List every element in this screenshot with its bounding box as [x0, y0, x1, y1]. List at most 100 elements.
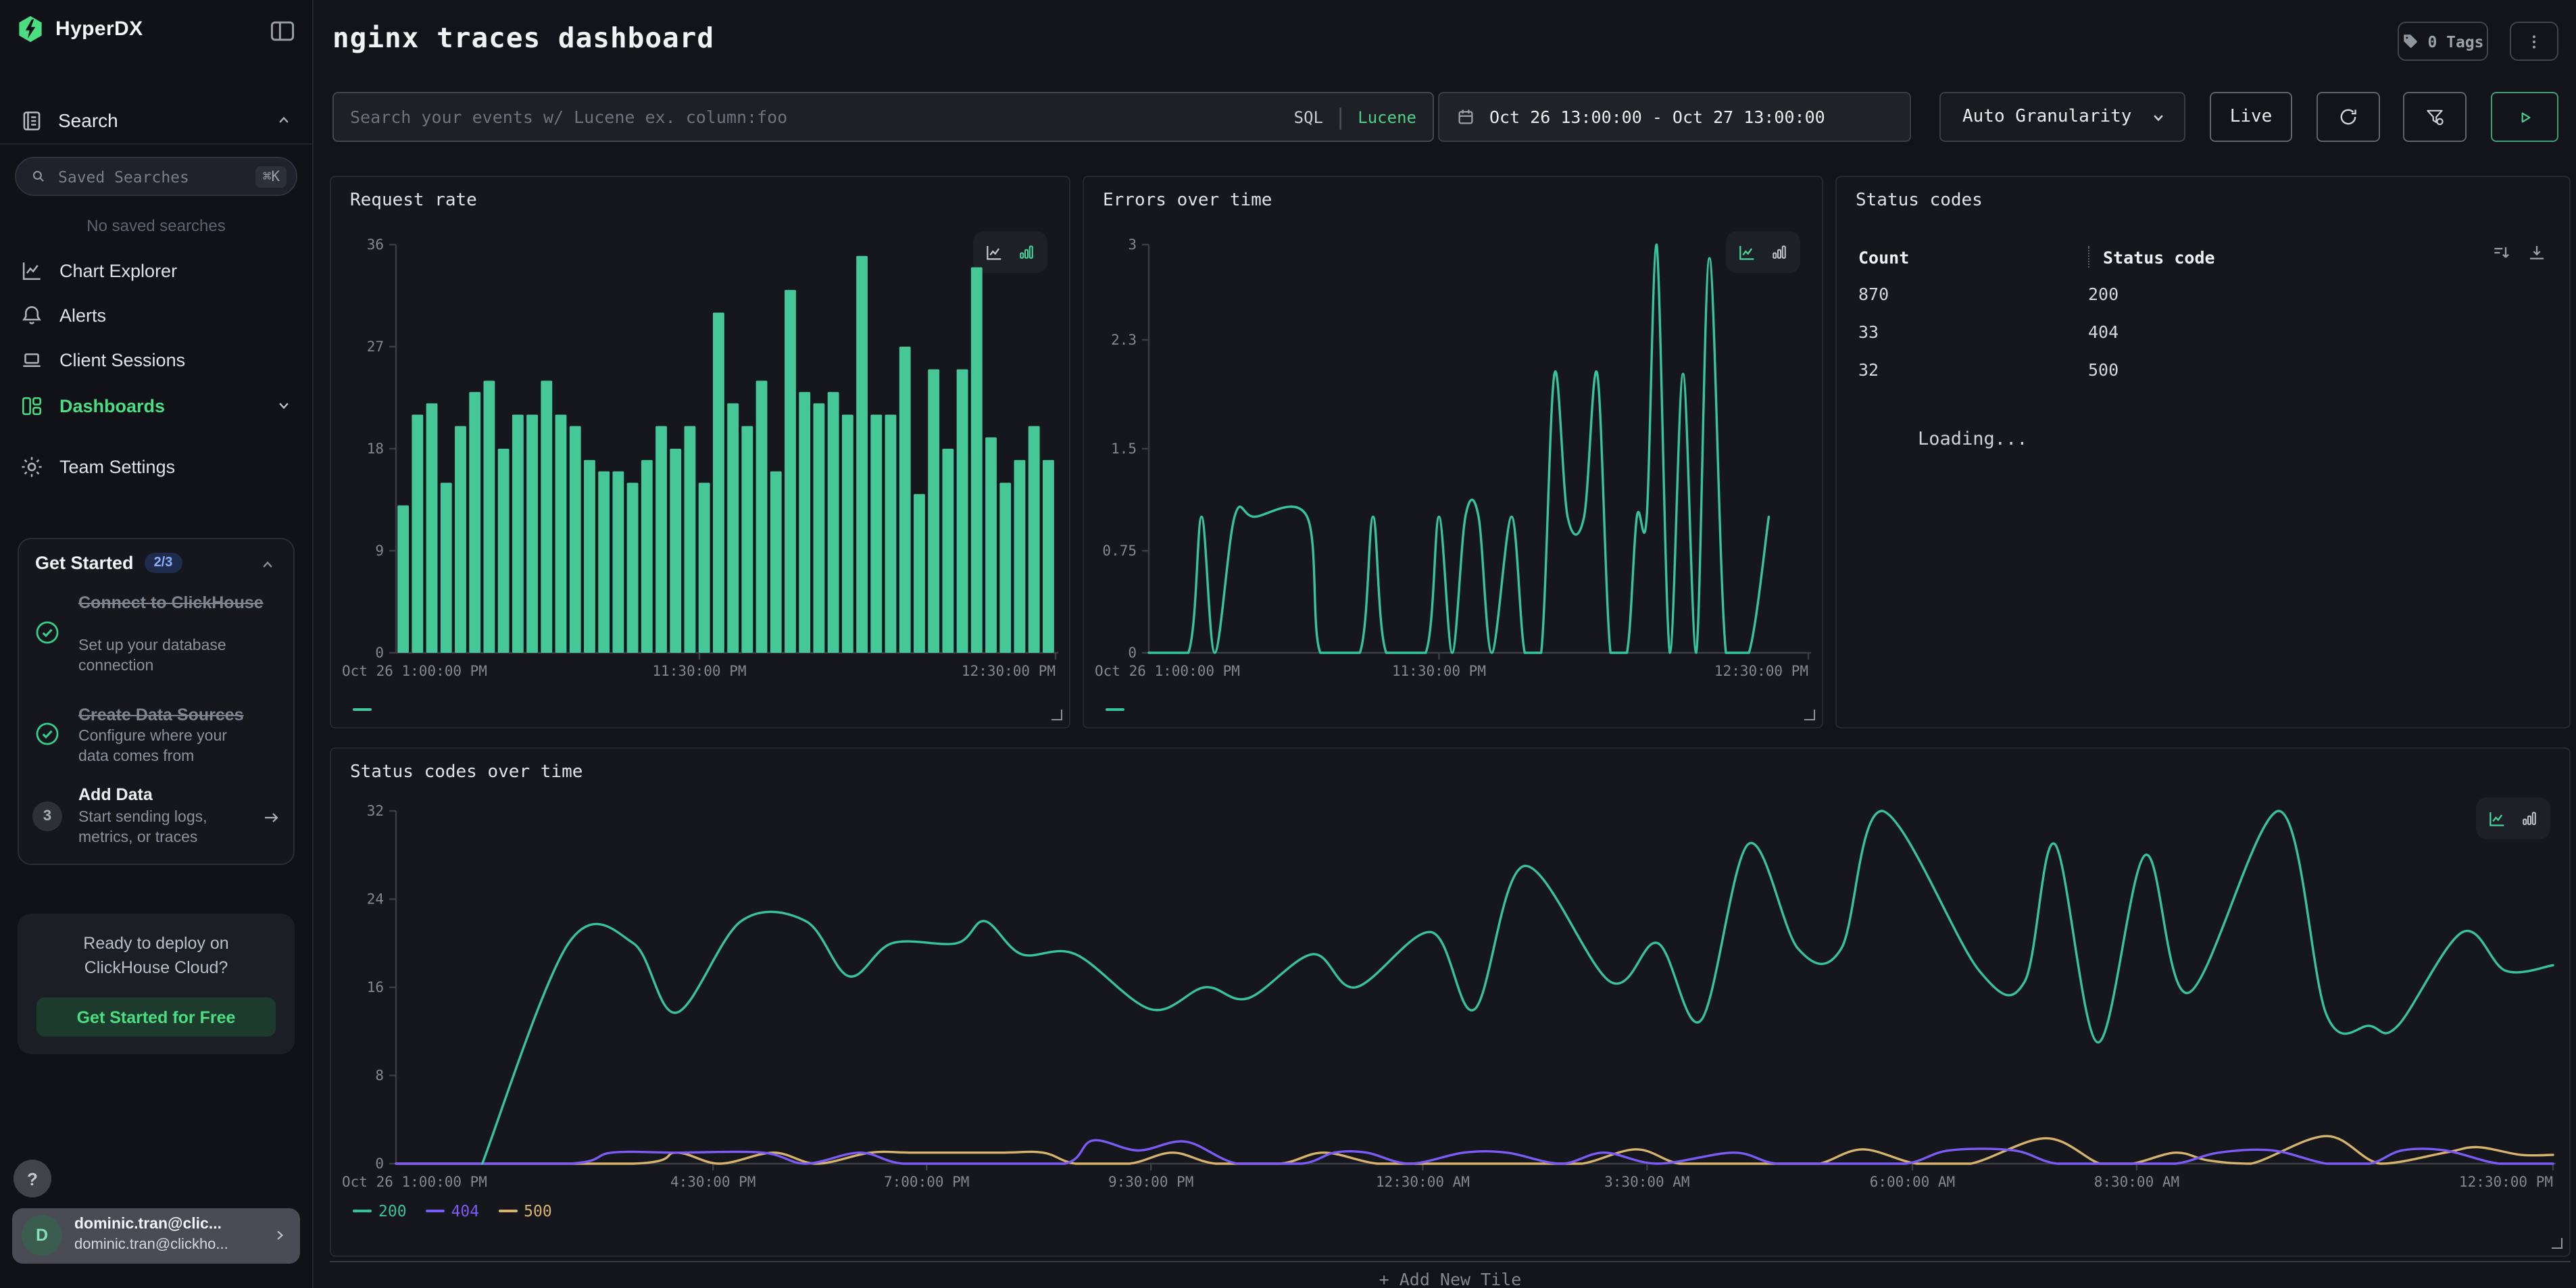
- brand-name: HyperDX: [55, 18, 143, 41]
- table-row[interactable]: 33404: [1858, 312, 2488, 350]
- legend-item[interactable]: 404: [426, 1202, 480, 1220]
- errors-over-time-chart[interactable]: 00.751.52.33Oct 26 1:00:00 PM11:30:00 PM…: [1084, 234, 1825, 680]
- svg-text:0: 0: [1128, 645, 1137, 661]
- download-icon[interactable]: [2526, 242, 2548, 264]
- add-new-tile-button[interactable]: + Add New Tile: [330, 1261, 2571, 1288]
- cell-status-code: 500: [2088, 359, 2119, 379]
- sql-mode-toggle[interactable]: SQL: [1294, 107, 1323, 126]
- user-menu[interactable]: D dominic.tran@clic... dominic.tran@clic…: [12, 1208, 300, 1264]
- panel-title: Status codes: [1856, 191, 1983, 211]
- legend-item[interactable]: 500: [498, 1202, 552, 1220]
- panel-errors-over-time: Errors over time 00.751.52.33Oct 26 1:00…: [1083, 176, 1823, 728]
- more-menu-button[interactable]: [2510, 22, 2558, 61]
- legend-item[interactable]: [353, 708, 372, 711]
- help-button[interactable]: ?: [14, 1160, 51, 1197]
- legend-dash: [353, 1210, 372, 1213]
- column-divider[interactable]: [2088, 246, 2089, 268]
- sort-icon[interactable]: [2491, 242, 2512, 264]
- chart-line-icon: [19, 257, 46, 283]
- svg-text:9:30:00 PM: 9:30:00 PM: [1108, 1174, 1193, 1190]
- add-new-tile-label: + Add New Tile: [330, 1269, 2571, 1288]
- sidebar-item-label: Dashboards: [59, 395, 165, 416]
- search-placeholder: Search your events w/ Lucene ex. column:…: [350, 107, 1294, 127]
- filter-funnel-icon: [2423, 105, 2446, 128]
- step-number: 3: [32, 801, 62, 831]
- resize-handle[interactable]: [1051, 710, 1062, 720]
- bell-icon: [19, 302, 46, 328]
- granularity-select[interactable]: Auto Granularity: [1939, 92, 2185, 142]
- sidebar-item-label: Chart Explorer: [59, 260, 177, 280]
- cell-count: 870: [1858, 283, 2088, 303]
- shortcut-badge: ⌘K: [256, 166, 287, 187]
- sidebar-item-search[interactable]: Search: [0, 100, 312, 141]
- refresh-button[interactable]: [2317, 92, 2380, 142]
- step-title: Connect to ClickHouse: [78, 593, 265, 614]
- get-started-title: Get Started: [35, 553, 134, 573]
- kebab-icon: [2525, 30, 2544, 52]
- chevron-up-icon[interactable]: [258, 555, 277, 574]
- step-title: Create Data Sources: [78, 705, 265, 726]
- sidebar-item-team-settings[interactable]: Team Settings: [0, 446, 312, 487]
- legend-label: 500: [524, 1202, 552, 1220]
- svg-text:1.5: 1.5: [1111, 441, 1137, 457]
- check-circle-icon: [32, 618, 62, 647]
- svg-text:3: 3: [1128, 237, 1137, 253]
- divider: [0, 143, 312, 145]
- progress-badge: 2/3: [145, 553, 182, 573]
- panel-title: Request rate: [350, 191, 477, 211]
- legend-item[interactable]: 200: [353, 1202, 407, 1220]
- cell-status-code: 200: [2088, 283, 2119, 303]
- legend-item[interactable]: [1106, 708, 1124, 711]
- sidebar-item-chart-explorer[interactable]: Chart Explorer: [0, 250, 312, 291]
- panel-request-rate: Request rate 09182736Oct 26 1:00:00 PM11…: [330, 176, 1070, 728]
- tags-button[interactable]: 0 Tags: [2398, 22, 2488, 61]
- page-title: nginx traces dashboard: [332, 22, 714, 54]
- user-email: dominic.tran@clickho...: [74, 1237, 228, 1253]
- date-range-picker[interactable]: Oct 26 13:00:00 - Oct 27 13:00:00: [1438, 92, 1911, 142]
- chevron-up-icon[interactable]: [274, 111, 293, 130]
- sidebar-item-client-sessions[interactable]: Client Sessions: [0, 339, 312, 380]
- dashboard-grid-icon: [19, 393, 46, 418]
- get-started-free-button[interactable]: Get Started for Free: [36, 997, 276, 1037]
- filter-button[interactable]: [2403, 92, 2467, 142]
- legend-label: 404: [451, 1202, 480, 1220]
- live-button[interactable]: Live: [2210, 92, 2292, 142]
- resize-handle[interactable]: [2552, 1238, 2562, 1249]
- lucene-mode-toggle[interactable]: Lucene: [1358, 107, 1416, 126]
- resize-handle[interactable]: [1804, 710, 1815, 720]
- svg-text:7:00:00 PM: 7:00:00 PM: [884, 1174, 969, 1190]
- svg-text:12:30:00 AM: 12:30:00 AM: [1376, 1174, 1470, 1190]
- event-search-input[interactable]: Search your events w/ Lucene ex. column:…: [332, 92, 1434, 142]
- sidebar-collapse-icon[interactable]: [268, 16, 297, 46]
- status-codes-table: Count Status code 8702003340432500: [1858, 239, 2488, 388]
- sidebar-item-dashboards[interactable]: Dashboards: [0, 385, 312, 426]
- svg-text:36: 36: [367, 237, 384, 253]
- saved-searches-input[interactable]: Saved Searches ⌘K: [15, 157, 297, 196]
- saved-searches-placeholder: Saved Searches: [58, 167, 189, 186]
- svg-text:3:30:00 AM: 3:30:00 AM: [1604, 1174, 1689, 1190]
- sidebar-item-label: Alerts: [59, 305, 106, 325]
- svg-text:11:30:00 PM: 11:30:00 PM: [1392, 663, 1486, 679]
- check-circle-icon: [32, 719, 62, 749]
- sidebar-item-alerts[interactable]: Alerts: [0, 295, 312, 335]
- calendar-icon: [1456, 107, 1476, 127]
- clickhouse-cloud-card: Ready to deploy on ClickHouse Cloud? Get…: [18, 914, 295, 1054]
- svg-text:8: 8: [375, 1068, 384, 1084]
- laptop-icon: [19, 347, 46, 372]
- run-query-button[interactable]: [2491, 92, 2558, 142]
- column-header-status-code[interactable]: Status code: [2103, 247, 2215, 267]
- chevron-down-icon: [2149, 107, 2168, 126]
- table-row[interactable]: 870200: [1858, 274, 2488, 312]
- svg-text:Oct 26 1:00:00 PM: Oct 26 1:00:00 PM: [342, 663, 487, 679]
- brand[interactable]: HyperDX: [16, 15, 143, 43]
- status-codes-over-time-chart[interactable]: 08162432Oct 26 1:00:00 PM4:30:00 PM7:00:…: [331, 803, 2572, 1208]
- table-row[interactable]: 32500: [1858, 350, 2488, 388]
- svg-text:24: 24: [367, 891, 384, 908]
- chevron-down-icon[interactable]: [274, 396, 293, 415]
- column-header-count[interactable]: Count: [1858, 247, 2088, 267]
- step-desc: Set up your database connection: [78, 637, 257, 677]
- request-rate-chart[interactable]: 09182736Oct 26 1:00:00 PM11:30:00 PM12:3…: [331, 234, 1072, 680]
- panel-title: Errors over time: [1103, 191, 1272, 211]
- sidebar-item-label: Client Sessions: [59, 349, 185, 370]
- granularity-value: Auto Granularity: [1962, 107, 2149, 127]
